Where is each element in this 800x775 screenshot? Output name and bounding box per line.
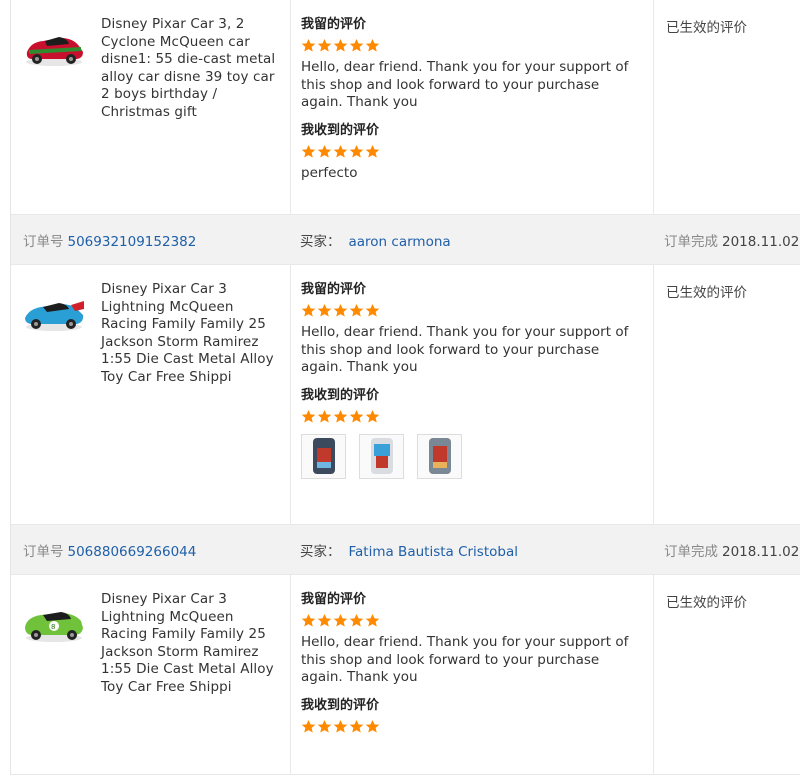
photo-image-icon bbox=[428, 438, 451, 474]
status-cell: 已生效的评价 bbox=[654, 575, 800, 774]
star-icon bbox=[365, 719, 380, 732]
star-icon bbox=[317, 409, 332, 422]
completed-label: 订单完成 bbox=[664, 543, 718, 560]
photo-image-icon bbox=[312, 438, 335, 474]
review-row: Disney Pixar Car 3, 2 Cyclone McQueen ca… bbox=[11, 0, 800, 215]
buyer-label: 买家： bbox=[300, 543, 341, 560]
photo-image-icon bbox=[370, 438, 393, 474]
order-number-link[interactable]: 506932109152382 bbox=[68, 234, 197, 250]
left-feedback-label: 我留的评价 bbox=[301, 17, 367, 32]
star-icon bbox=[349, 719, 364, 732]
car-image-icon: 8 bbox=[25, 612, 83, 642]
status-text: 已生效的评价 bbox=[666, 285, 747, 301]
order-label: 订单号 bbox=[23, 233, 64, 250]
order-bar: 订单号 506880669266044 买家： Fatima Bautista Cr… bbox=[11, 525, 800, 575]
star-icon bbox=[365, 38, 380, 52]
left-feedback-label: 我留的评价 bbox=[301, 592, 367, 607]
star-icon bbox=[333, 719, 348, 732]
star-icon bbox=[333, 409, 348, 422]
order-completed: 订单完成 2018.11.02 bbox=[664, 540, 799, 560]
received-rating bbox=[301, 719, 643, 734]
review-photo[interactable] bbox=[301, 433, 346, 479]
received-feedback-text: perfecto bbox=[301, 164, 358, 181]
review-photo[interactable] bbox=[359, 433, 404, 479]
product-thumbnail[interactable] bbox=[21, 287, 87, 337]
svg-text:8: 8 bbox=[51, 623, 55, 631]
received-feedback-label: 我收到的评价 bbox=[301, 387, 380, 403]
star-icon bbox=[317, 303, 332, 317]
star-icon bbox=[349, 303, 364, 317]
status-text: 已生效的评价 bbox=[666, 595, 747, 611]
received-rating bbox=[301, 144, 643, 159]
completed-date: 2018.11.02 bbox=[722, 543, 800, 560]
product-cell: 8 Disney Pixar Car 3 Lightning McQueen R… bbox=[11, 575, 291, 774]
product-cell: Disney Pixar Car 3 Lightning McQueen Rac… bbox=[11, 265, 291, 524]
star-icon bbox=[317, 144, 332, 157]
star-icon bbox=[349, 409, 364, 422]
star-icon bbox=[333, 38, 348, 52]
buyer-name-link[interactable]: aaron carmona bbox=[349, 234, 451, 250]
status-text: 已生效的评价 bbox=[666, 20, 747, 36]
star-icon bbox=[349, 38, 364, 52]
order-info: 订单号 506880669266044 bbox=[23, 540, 196, 560]
order-number-link[interactable]: 506880669266044 bbox=[68, 544, 197, 560]
buyer-label: 买家： bbox=[300, 233, 341, 250]
star-icon bbox=[365, 144, 380, 157]
reviews-list: Disney Pixar Car 3, 2 Cyclone McQueen ca… bbox=[10, 0, 800, 775]
feedback-cell: 我留的评价 Hello, dear friend. Thank you for … bbox=[291, 265, 654, 524]
completed-label: 订单完成 bbox=[664, 233, 718, 250]
completed-date: 2018.11.02 bbox=[722, 233, 800, 250]
star-icon bbox=[301, 719, 316, 732]
order-completed: 订单完成 2018.11.02 bbox=[664, 230, 799, 250]
order-bar: 订单号 506932109152382 买家： aaron carmona 订单完成… bbox=[11, 215, 800, 265]
product-title[interactable]: Disney Pixar Car 3 Lightning McQueen Rac… bbox=[101, 281, 282, 524]
review-photos bbox=[301, 433, 643, 479]
left-feedback-label: 我留的评价 bbox=[301, 282, 367, 297]
star-icon bbox=[349, 613, 364, 627]
star-icon bbox=[365, 613, 380, 627]
feedback-cell: 我留的评价 Hello, dear friend. Thank you for … bbox=[291, 0, 654, 214]
order-info: 订单号 506932109152382 bbox=[23, 230, 196, 250]
star-icon bbox=[317, 38, 332, 52]
star-icon bbox=[365, 303, 380, 317]
product-title[interactable]: Disney Pixar Car 3, 2 Cyclone McQueen ca… bbox=[101, 16, 282, 214]
received-feedback-label: 我收到的评价 bbox=[301, 697, 380, 713]
star-icon bbox=[317, 719, 332, 732]
star-icon bbox=[333, 144, 348, 157]
order-label: 订单号 bbox=[23, 543, 64, 560]
feedback-cell: 我留的评价 Hello, dear friend. Thank you for … bbox=[291, 575, 654, 774]
left-feedback-text: Hello, dear friend. Thank you for your s… bbox=[301, 324, 629, 375]
left-rating bbox=[301, 38, 643, 53]
review-row: Disney Pixar Car 3 Lightning McQueen Rac… bbox=[11, 265, 800, 525]
left-feedback-text: Hello, dear friend. Thank you for your s… bbox=[301, 59, 629, 110]
car-image-icon bbox=[25, 301, 84, 331]
product-cell: Disney Pixar Car 3, 2 Cyclone McQueen ca… bbox=[11, 0, 291, 214]
buyer-info: 买家： Fatima Bautista Cristobal bbox=[300, 540, 518, 560]
star-icon bbox=[301, 409, 316, 422]
star-icon bbox=[301, 613, 316, 627]
left-rating bbox=[301, 303, 643, 318]
car-image-icon bbox=[26, 37, 83, 66]
review-row: 8 Disney Pixar Car 3 Lightning McQueen R… bbox=[11, 575, 800, 775]
received-feedback-label: 我收到的评价 bbox=[301, 122, 380, 138]
star-icon bbox=[301, 303, 316, 317]
review-photo[interactable] bbox=[417, 433, 462, 479]
buyer-info: 买家： aaron carmona bbox=[300, 230, 451, 250]
status-cell: 已生效的评价 bbox=[654, 0, 800, 214]
buyer-name-link[interactable]: Fatima Bautista Cristobal bbox=[349, 544, 519, 560]
star-icon bbox=[333, 303, 348, 317]
received-rating bbox=[301, 409, 643, 424]
left-feedback-text: Hello, dear friend. Thank you for your s… bbox=[301, 634, 629, 685]
star-icon bbox=[301, 144, 316, 157]
star-icon bbox=[301, 38, 316, 52]
left-rating bbox=[301, 613, 643, 628]
star-icon bbox=[365, 409, 380, 422]
star-icon bbox=[317, 613, 332, 627]
status-cell: 已生效的评价 bbox=[654, 265, 800, 524]
star-icon bbox=[333, 613, 348, 627]
product-title[interactable]: Disney Pixar Car 3 Lightning McQueen Rac… bbox=[101, 591, 282, 774]
star-icon bbox=[349, 144, 364, 157]
product-thumbnail[interactable] bbox=[21, 22, 87, 72]
product-thumbnail[interactable]: 8 bbox=[21, 597, 87, 647]
